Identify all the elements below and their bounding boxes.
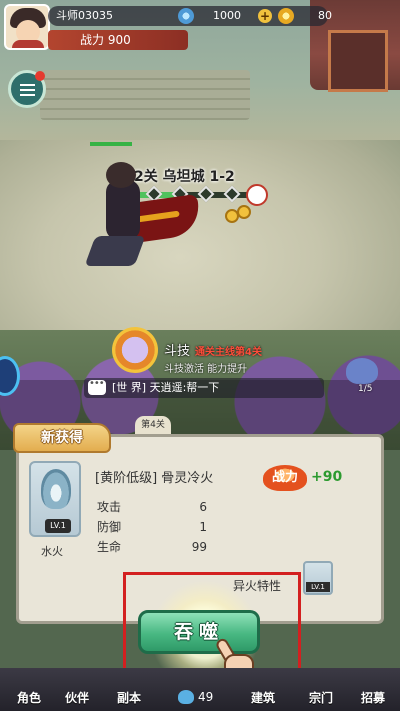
trait-level: LV.1 [306,582,330,592]
nav-building[interactable]: 建筑 [238,678,288,710]
chat-icon [88,378,106,395]
stage-chip: 第4关 [135,416,171,434]
energy-value: 49 [198,690,214,704]
energy-counter: 49 [176,686,226,708]
coin-drop-icon [225,205,255,225]
duel-requirement: 通关主线第4关 [195,347,262,358]
item-element: 水火 [41,545,63,558]
stat-value: 6 [199,500,207,514]
menu-button[interactable] [8,70,46,108]
pet-counter: 1/5 [358,384,373,394]
duel-subtitle: 斗技激活 能力提升 [164,364,248,375]
stone-steps [40,70,250,120]
item-name: [黄阶低级] 骨灵冷火 [95,471,214,486]
tutorial-highlight [123,572,301,680]
add-gems-button[interactable]: + [258,9,272,23]
stat-value: 99 [191,540,207,554]
bottom-nav: 角色 伙伴 副本 49 建筑 宗门 招募 [0,668,400,711]
hero-character [80,160,203,280]
resource-bar: 斗师03035 1000 + 80 [48,6,332,26]
stat-label: 防御 [97,520,122,534]
player-avatar[interactable] [4,4,50,50]
stat-label: 攻击 [97,500,122,514]
nav-character[interactable]: 角色 [4,678,54,710]
blue-flame-icon [41,469,71,509]
gold-coin-icon [278,8,294,24]
item-level: LV.1 [45,519,71,533]
duel-icon[interactable] [112,327,158,373]
stat-row: 生命 99 [97,537,207,557]
trait-icon[interactable]: LV.1 [303,561,333,595]
gold-count: 80 [318,9,332,22]
boss-icon [246,184,268,206]
gem-icon [178,8,194,24]
stat-row: 攻击 6 [97,497,207,517]
stat-label: 生命 [97,540,122,554]
item-slot[interactable]: LV.1 [29,461,81,537]
nav-sect[interactable]: 宗门 [296,678,346,710]
duel-title: 斗技 [164,344,191,359]
world-chat[interactable]: [世 界] 天逍遥:帮一下 [84,378,324,398]
power-gain: +90 [311,469,343,485]
item-stats: 攻击 6 防御 1 生命 99 [97,497,207,557]
stat-row: 防御 1 [97,517,207,537]
nav-partner[interactable]: 伙伴 [52,678,102,710]
gem-count: 1000 [213,9,241,22]
pet-slot[interactable]: 1/5 [340,352,384,394]
stat-value: 1 [199,520,207,534]
hero-hp-bar [90,142,132,146]
energy-icon [178,690,194,704]
player-power: 战力 900 [48,30,188,50]
notification-dot [35,71,45,81]
power-label: 战力 [263,465,307,491]
nav-recruit[interactable]: 招募 [348,678,398,710]
nav-dungeon[interactable]: 副本 [104,678,154,710]
popup-title: 新获得 [13,423,111,453]
pet-icon [346,358,378,384]
player-name: 斗师03035 [56,9,113,22]
